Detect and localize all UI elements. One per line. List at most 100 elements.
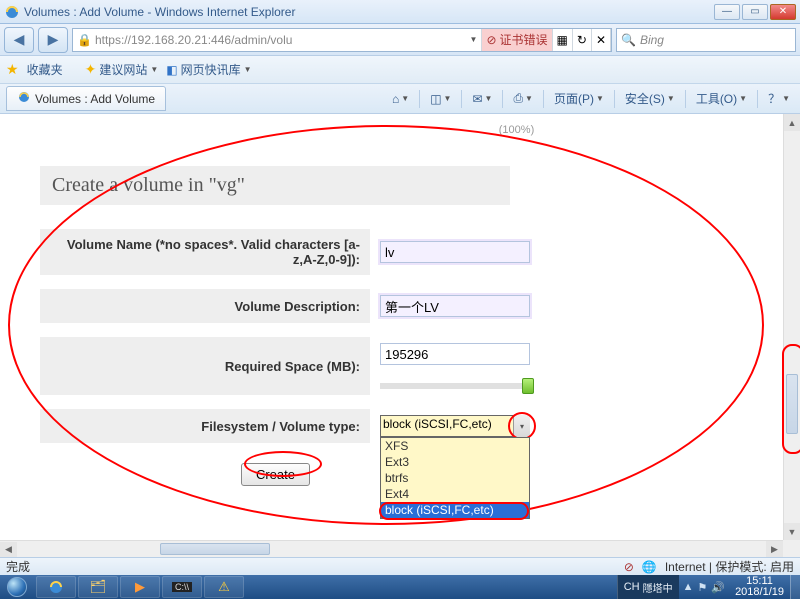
show-desktop-button[interactable]: [790, 575, 800, 599]
ie-icon: [17, 90, 31, 107]
required-space-input[interactable]: [380, 343, 530, 365]
stop-button[interactable]: ✕: [592, 29, 611, 51]
globe-icon: 🌐: [642, 560, 657, 574]
fstype-option[interactable]: XFS: [381, 438, 529, 454]
star-icon: ✦: [85, 61, 97, 78]
system-clock[interactable]: 15:11 2018/1/19: [729, 576, 790, 598]
tray-icon[interactable]: ▲: [683, 581, 694, 593]
fstype-option[interactable]: Ext3: [381, 454, 529, 470]
safety-menu[interactable]: 安全(S)▼: [621, 88, 679, 109]
favorites-star-icon[interactable]: ★: [6, 61, 19, 78]
search-icon: 🔍: [621, 33, 636, 47]
feeds-button[interactable]: ◫▼: [426, 90, 455, 108]
scroll-down-button[interactable]: ▼: [784, 523, 800, 540]
address-bar[interactable]: 🔒 https://192.168.20.21:446/admin/volu ▼…: [72, 28, 612, 52]
create-button[interactable]: Create: [241, 463, 310, 486]
webslice-icon: ◧: [166, 63, 177, 77]
fstype-option[interactable]: btrfs: [381, 470, 529, 486]
tray-icons[interactable]: ▲ ⚑ 🔊: [679, 581, 729, 594]
window-titlebar: Volumes : Add Volume - Windows Internet …: [0, 0, 800, 24]
volume-desc-input[interactable]: [380, 295, 530, 317]
start-button[interactable]: [0, 575, 34, 599]
certificate-error-badge[interactable]: ⊘ 证书错误: [482, 29, 552, 51]
favorites-label[interactable]: 收藏夹: [27, 61, 63, 78]
chevron-down-icon: ▾: [520, 422, 524, 431]
slider-thumb[interactable]: [522, 378, 534, 394]
security-zone: Internet | 保护模式: 启用: [665, 558, 794, 575]
space-slider[interactable]: [380, 383, 530, 389]
chevron-down-icon: ▼: [244, 65, 252, 74]
status-bar: 完成 ⊘ 🌐 Internet | 保护模式: 启用: [0, 557, 800, 575]
network-icon[interactable]: ⚑: [697, 581, 707, 594]
volume-icon[interactable]: 🔊: [711, 581, 725, 594]
tools-menu[interactable]: 工具(O)▼: [692, 88, 751, 109]
help-button[interactable]: ？▼: [764, 88, 794, 109]
ime-lang: CH: [624, 581, 640, 593]
taskbar: 🗂 ▶ C:\\ ⚠ CH 隱塔中 ▲ ⚑ 🔊 15:11 2018/1/19: [0, 575, 800, 599]
fstype-select[interactable]: block (iSCSI,FC,etc) ▾: [380, 415, 530, 437]
scroll-thumb[interactable]: [160, 543, 270, 555]
window-title: Volumes : Add Volume - Windows Internet …: [24, 5, 714, 19]
lock-icon: 🔒: [77, 33, 92, 47]
cert-error-icon: ⊘: [486, 33, 496, 47]
fstype-option-selected[interactable]: block (iSCSI,FC,etc): [381, 502, 529, 518]
refresh-icon: ↻: [577, 33, 587, 47]
warning-icon: ⚠: [218, 579, 230, 595]
vertical-scrollbar[interactable]: ▲ ▼: [783, 114, 800, 540]
stop-icon: ✕: [596, 33, 606, 47]
scroll-up-button[interactable]: ▲: [784, 114, 800, 131]
task-cmd[interactable]: C:\\: [162, 576, 202, 598]
scroll-corner: [783, 540, 800, 557]
browser-tab[interactable]: Volumes : Add Volume: [6, 86, 166, 111]
chevron-down-icon: ▼: [150, 65, 158, 74]
fstype-selected-text: block (iSCSI,FC,etc): [383, 417, 492, 431]
home-icon: ⌂: [392, 92, 399, 106]
favorites-bar: ★ 收藏夹 ✦ 建议网站 ▼ ◧ 网页快讯库 ▼: [0, 56, 800, 84]
webslice-link[interactable]: ◧ 网页快讯库 ▼: [166, 61, 251, 78]
readmail-button[interactable]: ✉▼: [468, 90, 496, 108]
navigation-bar: ◀ ▶ 🔒 https://192.168.20.21:446/admin/vo…: [0, 24, 800, 56]
back-button[interactable]: ◀: [4, 27, 34, 53]
suggested-sites-link[interactable]: ✦ 建议网站 ▼: [85, 61, 159, 78]
page-menu[interactable]: 页面(P)▼: [550, 88, 608, 109]
home-button[interactable]: ⌂▼: [388, 90, 413, 108]
task-explorer[interactable]: 🗂: [78, 576, 118, 598]
cert-error-label: 证书错误: [500, 31, 548, 48]
status-text: 完成: [6, 558, 30, 575]
print-icon: ⎙: [513, 91, 523, 106]
fstype-dropdown-button[interactable]: ▾: [513, 415, 530, 437]
compat-view-button[interactable]: ▦: [553, 29, 573, 51]
chevron-down-icon[interactable]: ▼: [470, 35, 478, 44]
search-input[interactable]: 🔍 Bing: [616, 28, 796, 52]
scroll-thumb[interactable]: [786, 374, 798, 434]
fstype-option[interactable]: Ext4: [381, 486, 529, 502]
page-label: 页面(P): [554, 90, 594, 107]
suggested-label: 建议网站: [99, 61, 147, 78]
safety-label: 安全(S): [625, 90, 665, 107]
task-mediaplayer[interactable]: ▶: [120, 576, 160, 598]
ime-status: 隱塔中: [643, 580, 673, 595]
webslice-label: 网页快讯库: [181, 61, 241, 78]
help-icon: ？: [768, 90, 780, 107]
task-ie[interactable]: [36, 576, 76, 598]
minimize-button[interactable]: —: [714, 4, 740, 20]
restore-button[interactable]: ▭: [742, 4, 768, 20]
play-icon: ▶: [135, 579, 145, 595]
required-space-label: Required Space (MB):: [40, 337, 370, 395]
form-heading: Create a volume in "vg": [40, 166, 510, 205]
folder-icon: 🗂: [90, 579, 107, 595]
forward-button[interactable]: ▶: [38, 27, 68, 53]
scroll-left-button[interactable]: ◀: [0, 542, 17, 558]
tab-title: Volumes : Add Volume: [35, 92, 155, 106]
close-button[interactable]: ✕: [770, 4, 796, 20]
scroll-right-button[interactable]: ▶: [766, 541, 783, 557]
refresh-button[interactable]: ↻: [573, 29, 592, 51]
ime-indicator[interactable]: CH 隱塔中: [617, 575, 679, 599]
popup-blocker-icon[interactable]: ⊘: [624, 560, 634, 574]
terminal-icon: C:\\: [172, 582, 192, 592]
print-button[interactable]: ⎙▼: [509, 89, 537, 108]
horizontal-scrollbar[interactable]: ◀ ▶: [0, 540, 783, 557]
task-alert[interactable]: ⚠: [204, 576, 244, 598]
volume-name-input[interactable]: [380, 241, 530, 263]
volume-desc-label: Volume Description:: [40, 289, 370, 323]
